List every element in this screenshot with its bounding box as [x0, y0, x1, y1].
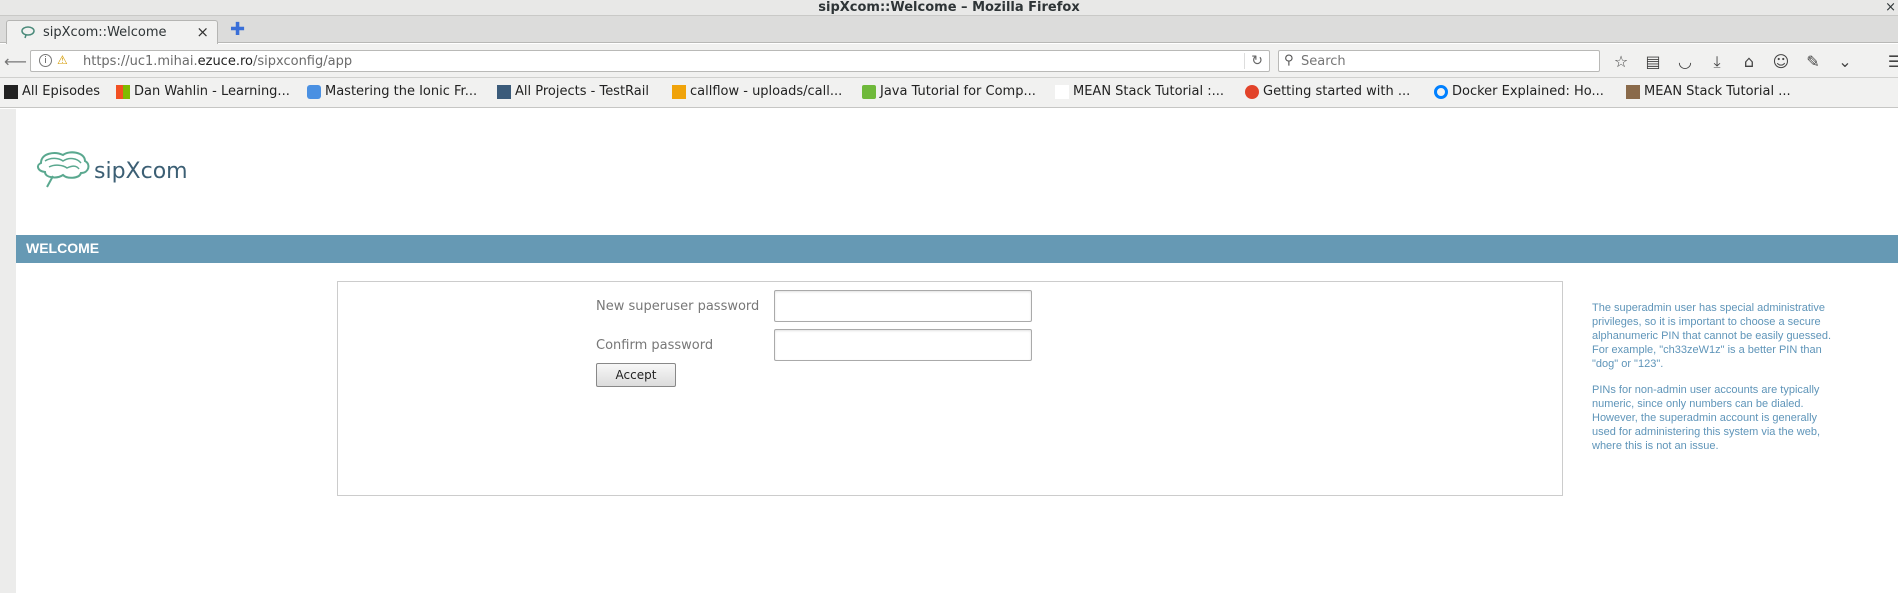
- microsoft-logo-icon: [116, 84, 130, 99]
- extension-icon[interactable]: ✎: [1804, 52, 1822, 72]
- confirm-password-field[interactable]: [774, 329, 1032, 361]
- bookmark-mean-stack-1[interactable]: MEAN Stack Tutorial :...: [1055, 84, 1224, 99]
- accept-button[interactable]: Accept: [596, 363, 676, 387]
- url-prefix: https://uc1.mihai.: [83, 54, 198, 69]
- welcome-heading: WELCOME: [26, 240, 100, 256]
- welcome-header-bar: WELCOME: [16, 235, 1898, 263]
- hello-chat-icon[interactable]: ☺: [1772, 52, 1790, 72]
- window-title: sipXcom::Welcome – Mozilla Firefox: [818, 0, 1080, 15]
- bookmarks-toolbar: All Episodes Dan Wahlin - Learning... Ma…: [0, 78, 1898, 108]
- tab-title: sipXcom::Welcome: [43, 25, 167, 40]
- gitlab-icon: [672, 84, 686, 99]
- blank-page-icon: [1055, 84, 1069, 99]
- udemy-icon: [862, 84, 876, 99]
- bookmark-star-icon[interactable]: ☆: [1612, 52, 1630, 72]
- ionic-smile-icon: [307, 84, 321, 99]
- search-bar[interactable]: ⚲: [1278, 50, 1600, 72]
- url-domain: ezuce.ro: [197, 54, 253, 69]
- new-tab-plus-icon[interactable]: ✚: [230, 21, 248, 39]
- chevron-down-icon[interactable]: ⌄: [1836, 52, 1854, 72]
- tab-sipxcom-welcome[interactable]: sipXcom::Welcome ×: [6, 20, 218, 44]
- menu-hamburger-icon[interactable]: ☰: [1886, 52, 1898, 72]
- confirm-password-label: Confirm password: [596, 338, 714, 353]
- pocket-icon[interactable]: ◡: [1676, 52, 1694, 72]
- fox-icon: [1245, 84, 1259, 99]
- bookmark-all-episodes[interactable]: All Episodes: [4, 84, 100, 99]
- bookmark-dan-wahlin[interactable]: Dan Wahlin - Learning...: [116, 84, 290, 99]
- back-arrow-icon[interactable]: ⟵: [4, 52, 27, 72]
- reading-list-icon[interactable]: ▤: [1644, 52, 1662, 72]
- new-password-field[interactable]: [774, 290, 1032, 322]
- navigation-bar: ⟵ i ⚠ https://uc1.mihai.ezuce.ro/sipxcon…: [0, 44, 1898, 78]
- url-suffix: /sipxconfig/app: [252, 54, 353, 69]
- bookmark-mastering-ionic[interactable]: Mastering the Ionic Fr...: [307, 84, 477, 99]
- person-avatar-icon: [1626, 84, 1640, 99]
- page-content: sipXcom WELCOME New superuser password C…: [0, 109, 1898, 593]
- reload-icon[interactable]: ↻: [1244, 53, 1263, 69]
- bookmark-testrail[interactable]: All Projects - TestRail: [497, 84, 649, 99]
- bookmark-docker-explained[interactable]: Docker Explained: Ho...: [1434, 84, 1604, 99]
- password-form: New superuser password Confirm password …: [337, 281, 1563, 496]
- new-password-label: New superuser password: [596, 299, 760, 314]
- terminal-icon: [4, 84, 18, 99]
- insecure-lock-warning-icon[interactable]: ⚠: [57, 53, 68, 67]
- url-text[interactable]: https://uc1.mihai.ezuce.ro/sipxconfig/ap…: [83, 54, 352, 69]
- help-paragraph-pins: PINs for non-admin user accounts are typ…: [1592, 384, 1821, 452]
- logo-text: sipXcom: [94, 159, 188, 184]
- help-paragraph-superadmin: The superadmin user has special administ…: [1592, 302, 1832, 370]
- toolbar-icons: ☆ ▤ ◡ ⤓ ⌂ ☺ ✎ ⌄ ☰: [1612, 52, 1898, 72]
- info-icon[interactable]: i: [39, 54, 52, 67]
- sipxcom-favicon-icon: [21, 26, 35, 39]
- url-bar[interactable]: i ⚠ https://uc1.mihai.ezuce.ro/sipxconfi…: [30, 50, 1270, 72]
- search-input[interactable]: [1301, 52, 1591, 70]
- testrail-icon: [497, 84, 511, 99]
- downloads-icon[interactable]: ⤓: [1708, 52, 1726, 72]
- window-titlebar: sipXcom::Welcome – Mozilla Firefox ×: [0, 0, 1898, 16]
- left-margin: [0, 109, 16, 593]
- bookmark-mean-stack-2[interactable]: MEAN Stack Tutorial ...: [1626, 84, 1791, 99]
- digitalocean-icon: [1434, 84, 1448, 99]
- home-icon[interactable]: ⌂: [1740, 52, 1758, 72]
- search-icon: ⚲: [1284, 53, 1294, 68]
- sipxcom-logo-icon: [36, 151, 90, 188]
- bookmark-callflow[interactable]: callflow - uploads/call...: [672, 84, 842, 99]
- tab-close-icon[interactable]: ×: [196, 23, 209, 41]
- bookmark-java-tutorial[interactable]: Java Tutorial for Comp...: [862, 84, 1036, 99]
- tab-bar: sipXcom::Welcome × ✚: [0, 16, 1898, 44]
- window-close-icon[interactable]: ×: [1885, 0, 1896, 15]
- bookmark-getting-started[interactable]: Getting started with ...: [1245, 84, 1410, 99]
- help-text: The superadmin user has special administ…: [1592, 301, 1838, 465]
